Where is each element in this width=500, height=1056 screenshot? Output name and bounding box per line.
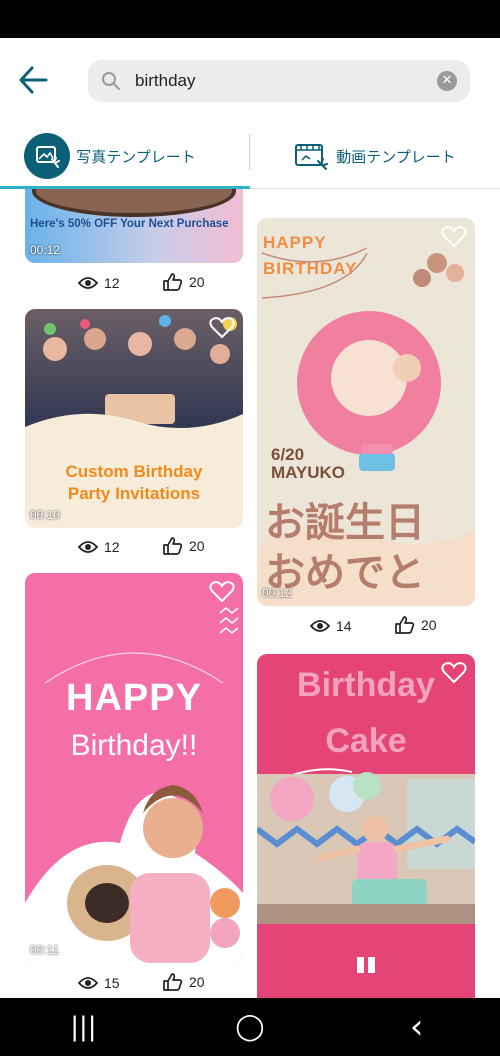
system-navigation-bar: ||| ◯ ‹ (0, 998, 500, 1056)
duration-label: 00:12 (30, 243, 61, 257)
card-title-line1: Custom Birthday (65, 462, 203, 481)
eye-icon (310, 620, 330, 632)
card-banner-text: HAPPY BIRTHDAY (263, 233, 358, 278)
card-likes: 20 (395, 616, 437, 634)
view-count: 12 (104, 539, 120, 555)
system-back-button[interactable]: ‹ (387, 1007, 447, 1047)
card-stats: 12 (78, 275, 120, 291)
thumbs-up-icon (395, 616, 415, 634)
card-promo-text: Here's 50% OFF Your Next Purchase (30, 218, 229, 230)
thumbs-up-icon (163, 273, 183, 291)
eye-icon (78, 277, 98, 289)
card-thumbnail-image (257, 768, 475, 924)
card-title-line2: Party Invitations (67, 484, 201, 503)
search-bar[interactable]: birthday ✕ (88, 60, 470, 102)
like-count: 20 (189, 274, 205, 290)
card-stats: 14 (310, 618, 352, 634)
search-input[interactable]: birthday (135, 71, 195, 91)
template-card[interactable]: Birthday Cake (257, 654, 475, 998)
home-button[interactable]: ◯ (220, 1012, 280, 1042)
card-subheadline: Cake (325, 722, 407, 760)
back-button[interactable] (16, 60, 56, 100)
search-icon (102, 72, 120, 90)
card-likes: 20 (163, 973, 205, 991)
like-count: 20 (189, 974, 205, 990)
duration-label: 00:10 (30, 508, 61, 522)
card-thumbnail-image (25, 607, 243, 963)
view-count: 15 (104, 975, 120, 991)
recents-button[interactable]: ||| (53, 1012, 113, 1042)
eye-icon (78, 541, 98, 553)
video-template-icon (295, 144, 329, 170)
header: birthday ✕ (0, 38, 500, 126)
thumbs-up-icon (163, 537, 183, 555)
tab-video-templates[interactable]: 動画テンプレート (250, 126, 500, 186)
template-card[interactable]: Here's 50% OFF Your Next Purchase 00:12 (25, 189, 243, 263)
template-grid: Here's 50% OFF Your Next Purchase 00:12 … (0, 189, 500, 998)
like-count: 20 (189, 538, 205, 554)
heart-icon[interactable] (209, 317, 235, 339)
card-likes: 20 (163, 537, 205, 555)
card-jp-line2: おめでとう! (265, 551, 425, 595)
duration-label: 00:11 (30, 943, 60, 957)
thumbs-up-icon (163, 973, 183, 991)
view-count: 12 (104, 275, 120, 291)
tab-photo-templates[interactable]: 写真テンプレート (0, 126, 250, 186)
heart-icon[interactable] (441, 226, 467, 248)
view-count: 14 (336, 618, 352, 634)
heart-icon[interactable] (441, 662, 467, 684)
template-tabs: 写真テンプレート 動画テンプレート (0, 126, 500, 189)
like-count: 20 (421, 617, 437, 633)
template-card[interactable]: HAPPY Birthday!! 00:11 (25, 573, 243, 963)
eye-icon (78, 977, 98, 989)
tab-video-label: 動画テンプレート (336, 148, 456, 166)
card-headline: HAPPY (66, 677, 202, 719)
card-date-name: 6/20 MAYUKO (271, 445, 345, 482)
pause-icon[interactable] (357, 957, 375, 973)
card-stats: 12 (78, 539, 120, 555)
tab-photo-label: 写真テンプレート (76, 148, 196, 166)
template-card[interactable]: Custom Birthday Party Invitations 00:10 (25, 309, 243, 528)
card-stats: 15 (78, 975, 120, 991)
photo-template-icon (24, 133, 71, 179)
arrow-left-icon (19, 66, 48, 94)
clear-icon[interactable]: ✕ (437, 71, 457, 91)
duration-label: 00:12 (262, 586, 293, 600)
status-bar (0, 0, 500, 38)
card-subheadline: Birthday!! (70, 729, 198, 762)
card-likes: 20 (163, 273, 205, 291)
heart-icon[interactable] (209, 581, 235, 603)
template-card[interactable]: HAPPY BIRTHDAY 6/20 MAYUKO お誕生日 おめでとう! 0… (257, 218, 475, 606)
